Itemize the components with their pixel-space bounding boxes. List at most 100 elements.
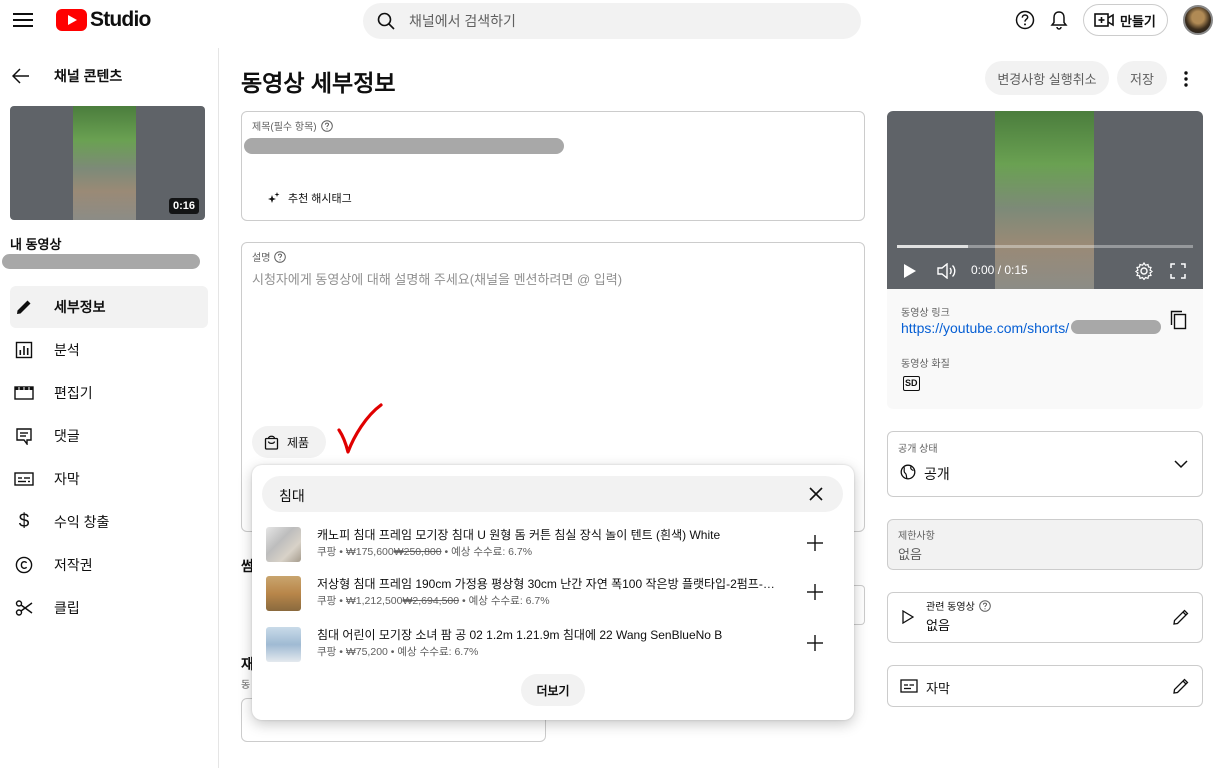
edit-pencil-icon[interactable] [1172, 608, 1190, 626]
product-price: ₩175,600 [345, 546, 394, 558]
product-commission: 예상 수수료: 6.7% [468, 595, 550, 607]
product-thumbnail [266, 576, 301, 611]
checkmark-annotation [337, 403, 383, 454]
arrow-back-icon [12, 68, 29, 84]
help-icon[interactable] [1014, 9, 1036, 31]
sidebar-item-monetization[interactable]: $ 수익 창출 [10, 501, 208, 543]
product-price: ₩1,212,500 [345, 595, 403, 607]
load-more-button[interactable]: 더보기 [521, 674, 585, 706]
video-progress-bar[interactable] [897, 245, 1193, 248]
sidebar-item-label: 저작권 [54, 557, 93, 573]
related-video-field[interactable]: 관련 동영상 없음 [887, 592, 1203, 643]
help-icon[interactable] [978, 599, 991, 612]
product-search-bar[interactable]: 침대 [262, 476, 843, 512]
sidebar-item-analytics[interactable]: 분석 [10, 329, 208, 371]
visibility-select[interactable]: 공개 상태 공개 [887, 431, 1203, 497]
help-icon[interactable] [274, 250, 287, 263]
add-product-icon[interactable] [806, 634, 824, 652]
menu-icon[interactable] [12, 10, 34, 30]
chevron-down-icon [1174, 459, 1188, 469]
product-meta: 쿠팡 • ₩1,212,500₩2,694,500 • 예상 수수료: 6.7% [317, 595, 550, 607]
clear-search-icon[interactable] [808, 486, 824, 502]
logo-text: Studio [90, 8, 151, 31]
save-button[interactable]: 저장 [1117, 61, 1167, 95]
video-progress-buffered [897, 245, 969, 248]
title-field[interactable]: 제목(필수 항목) 추천 해시태그 [241, 111, 865, 221]
products-button[interactable]: 제품 [252, 426, 326, 458]
video-link[interactable]: https://youtube.com/shorts/ [901, 320, 1069, 336]
create-video-icon [1094, 13, 1114, 27]
sidebar-item-subtitles[interactable]: 자막 [10, 458, 208, 500]
create-label: 만들기 [1120, 13, 1156, 29]
video-link-label: 동영상 링크 [901, 308, 950, 319]
sd-quality-badge: SD [903, 376, 920, 391]
settings-gear-icon[interactable] [1135, 262, 1153, 280]
sidebar-item-editor[interactable]: 편집기 [10, 372, 208, 414]
product-search-input[interactable]: 침대 [279, 486, 305, 506]
redacted-title-value [244, 138, 564, 154]
edit-pencil-icon[interactable] [1172, 677, 1190, 695]
description-field-header: 설명 [252, 249, 287, 264]
sparkle-icon [268, 192, 280, 203]
description-input[interactable]: 시청자에게 동영상에 대해 설명해 주세요(채널을 멘션하려면 @ 입력) [252, 269, 622, 288]
sidebar-item-label: 편집기 [54, 385, 93, 401]
search-icon[interactable] [377, 12, 395, 30]
create-button[interactable]: 만들기 [1083, 4, 1168, 36]
fullscreen-icon[interactable] [1170, 263, 1186, 279]
undo-changes-button[interactable]: 변경사항 실행취소 [985, 61, 1109, 95]
duration-badge: 0:16 [168, 198, 199, 214]
analytics-icon [12, 341, 36, 359]
product-result[interactable]: 캐노피 침대 프레임 모기장 침대 U 원형 돔 커튼 침실 장식 놀이 텐트 … [252, 520, 854, 570]
sidebar-item-details[interactable]: 세부정보 [10, 286, 208, 328]
product-price: ₩75,200 [345, 646, 388, 658]
video-quality-label: 동영상 화질 [901, 359, 950, 370]
sidebar-item-comments[interactable]: 댓글 [10, 415, 208, 457]
shopping-bag-icon [264, 435, 279, 450]
back-button[interactable]: 채널 콘텐츠 [12, 66, 122, 86]
product-original-price: ₩250,800 [393, 546, 442, 558]
product-result[interactable]: 침대 어린이 모기장 소녀 팜 공 02 1.2m 1.21.9m 침대에 22… [252, 620, 854, 670]
back-label: 채널 콘텐츠 [54, 68, 123, 84]
sidebar-item-clips[interactable]: 클립 [10, 587, 208, 629]
add-product-icon[interactable] [806, 583, 824, 601]
search-bar[interactable]: 채널에서 검색하기 [363, 3, 861, 39]
product-result[interactable]: 저상형 침대 프레임 190cm 가정용 평상형 30cm 난간 자연 폭100… [252, 569, 854, 619]
suggested-hashtags-button[interactable]: 추천 해시태그 [268, 190, 352, 206]
pencil-icon [12, 298, 36, 316]
related-video-label: 관련 동영상 [926, 602, 975, 613]
hashtag-label: 추천 해시태그 [288, 193, 352, 205]
restrictions-value: 없음 [898, 547, 922, 562]
product-store: 쿠팡 [317, 595, 337, 607]
video-thumbnail[interactable]: 0:16 [10, 106, 205, 220]
playlist-section-desc: 동 [241, 680, 251, 691]
notification-bell-icon[interactable] [1048, 9, 1070, 31]
sidebar-item-label: 댓글 [54, 428, 80, 444]
help-icon[interactable] [320, 119, 333, 132]
dollar-icon: $ [18, 511, 30, 532]
sidebar-item-copyright[interactable]: 저작권 [10, 544, 208, 586]
copyright-icon [12, 556, 36, 574]
product-name: 캐노피 침대 프레임 모기장 침대 U 원형 돔 커튼 침실 장식 놀이 텐트 … [317, 528, 721, 542]
studio-logo[interactable]: Studio [56, 8, 151, 32]
play-icon[interactable] [903, 263, 917, 279]
my-video-label: 내 동영상 [10, 237, 62, 252]
volume-icon[interactable] [937, 263, 957, 279]
search-input[interactable]: 채널에서 검색하기 [409, 11, 516, 31]
subtitles-icon [900, 679, 918, 693]
visibility-value: 공개 [924, 466, 950, 482]
product-meta: 쿠팡 • ₩175,600₩250,800 • 예상 수수료: 6.7% [317, 546, 533, 558]
sidebar-item-label: 세부정보 [54, 299, 106, 315]
more-options-icon[interactable] [1176, 69, 1196, 89]
page-title: 동영상 세부정보 [241, 70, 396, 96]
subtitles-label: 자막 [926, 681, 950, 696]
video-player[interactable]: 0:00 / 0:15 [887, 111, 1203, 289]
add-product-icon[interactable] [806, 534, 824, 552]
scissors-icon [12, 599, 36, 617]
video-preview-card: 0:00 / 0:15 동영상 링크 https://youtube.com/s… [887, 111, 1203, 409]
product-store: 쿠팡 [317, 546, 337, 558]
avatar[interactable] [1183, 5, 1213, 35]
copy-link-icon[interactable] [1170, 310, 1187, 330]
visibility-label: 공개 상태 [898, 444, 938, 455]
editor-icon [12, 385, 36, 401]
subtitles-field[interactable]: 자막 [887, 665, 1203, 707]
